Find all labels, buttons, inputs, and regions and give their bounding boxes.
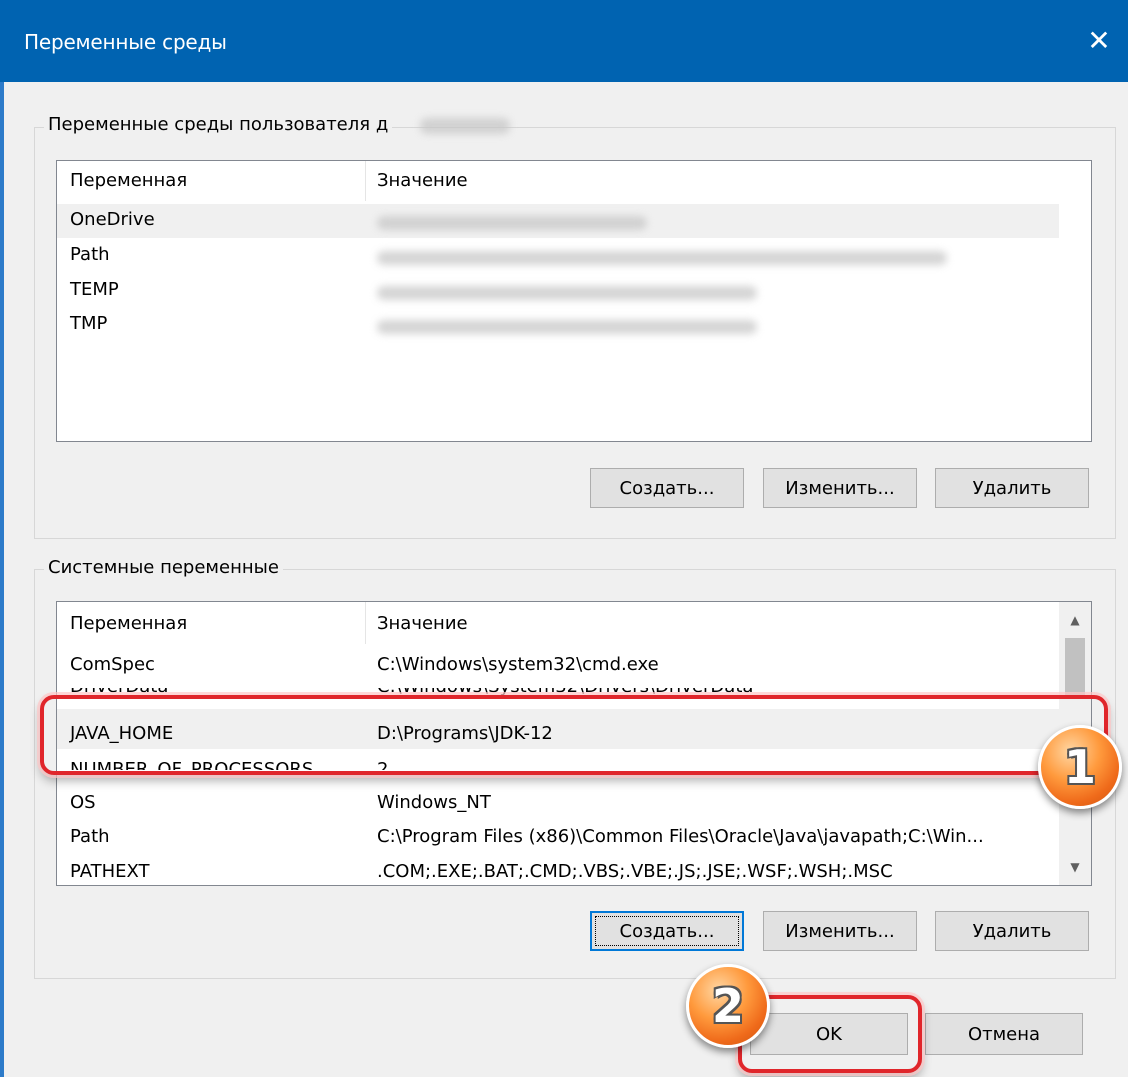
user-vars-list[interactable]: Переменная Значение OneDrive Path TEMP T… (56, 160, 1092, 442)
system-new-button[interactable]: Создать... (590, 911, 744, 951)
user-edit-button[interactable]: Изменить... (763, 468, 917, 508)
table-row-name[interactable]: OS (70, 792, 96, 813)
column-header-name[interactable]: Переменная (70, 161, 187, 201)
list-item-name[interactable]: TEMP (70, 279, 119, 300)
user-vars-label: Переменные среды пользователя д (44, 114, 393, 135)
window-title: Переменные среды (24, 30, 227, 54)
redacted-value (377, 320, 757, 334)
user-new-button[interactable]: Создать... (590, 468, 744, 508)
list-item-name[interactable]: Path (70, 244, 110, 265)
table-row-value[interactable]: Windows_NT (377, 792, 491, 813)
table-row-name[interactable]: PATHEXT (70, 861, 150, 882)
column-header-name[interactable]: Переменная (70, 604, 187, 644)
table-row-value[interactable]: C:\Windows\system32\cmd.exe (377, 654, 659, 675)
step-2-badge: 2 (686, 964, 770, 1048)
close-icon[interactable]: ✕ (1070, 0, 1128, 82)
redacted-value (377, 216, 647, 230)
scroll-down-icon[interactable]: ▼ (1059, 849, 1091, 885)
user-delete-button[interactable]: Удалить (935, 468, 1089, 508)
table-row-value[interactable]: C:\Program Files (x86)\Common Files\Orac… (377, 826, 984, 847)
table-row-value[interactable]: .COM;.EXE;.BAT;.CMD;.VBS;.VBE;.JS;.JSE;.… (377, 861, 893, 882)
scrollbar-thumb[interactable] (1065, 638, 1085, 696)
column-header-value[interactable]: Значение (377, 161, 468, 201)
column-divider (365, 161, 366, 201)
table-row-name[interactable]: Path (70, 826, 110, 847)
title-bar: Переменные среды ✕ (0, 0, 1128, 82)
window-border (0, 82, 4, 1077)
step-1-badge: 1 (1038, 725, 1122, 809)
table-row-name[interactable]: ComSpec (70, 654, 155, 675)
system-edit-button[interactable]: Изменить... (763, 911, 917, 951)
scroll-up-icon[interactable]: ▲ (1059, 602, 1091, 638)
focus-rect (595, 916, 739, 946)
java-home-highlight (40, 695, 1108, 775)
system-delete-button[interactable]: Удалить (935, 911, 1089, 951)
system-vars-label: Системные переменные (44, 557, 283, 578)
column-header-value[interactable]: Значение (377, 604, 468, 644)
cancel-button[interactable]: Отмена (925, 1013, 1083, 1055)
redacted-value (377, 251, 947, 265)
redacted-value (377, 286, 757, 300)
list-item-name[interactable]: TMP (70, 313, 107, 334)
list-item-name[interactable]: OneDrive (70, 209, 155, 230)
column-divider (365, 602, 366, 644)
redacted-username (420, 118, 510, 134)
